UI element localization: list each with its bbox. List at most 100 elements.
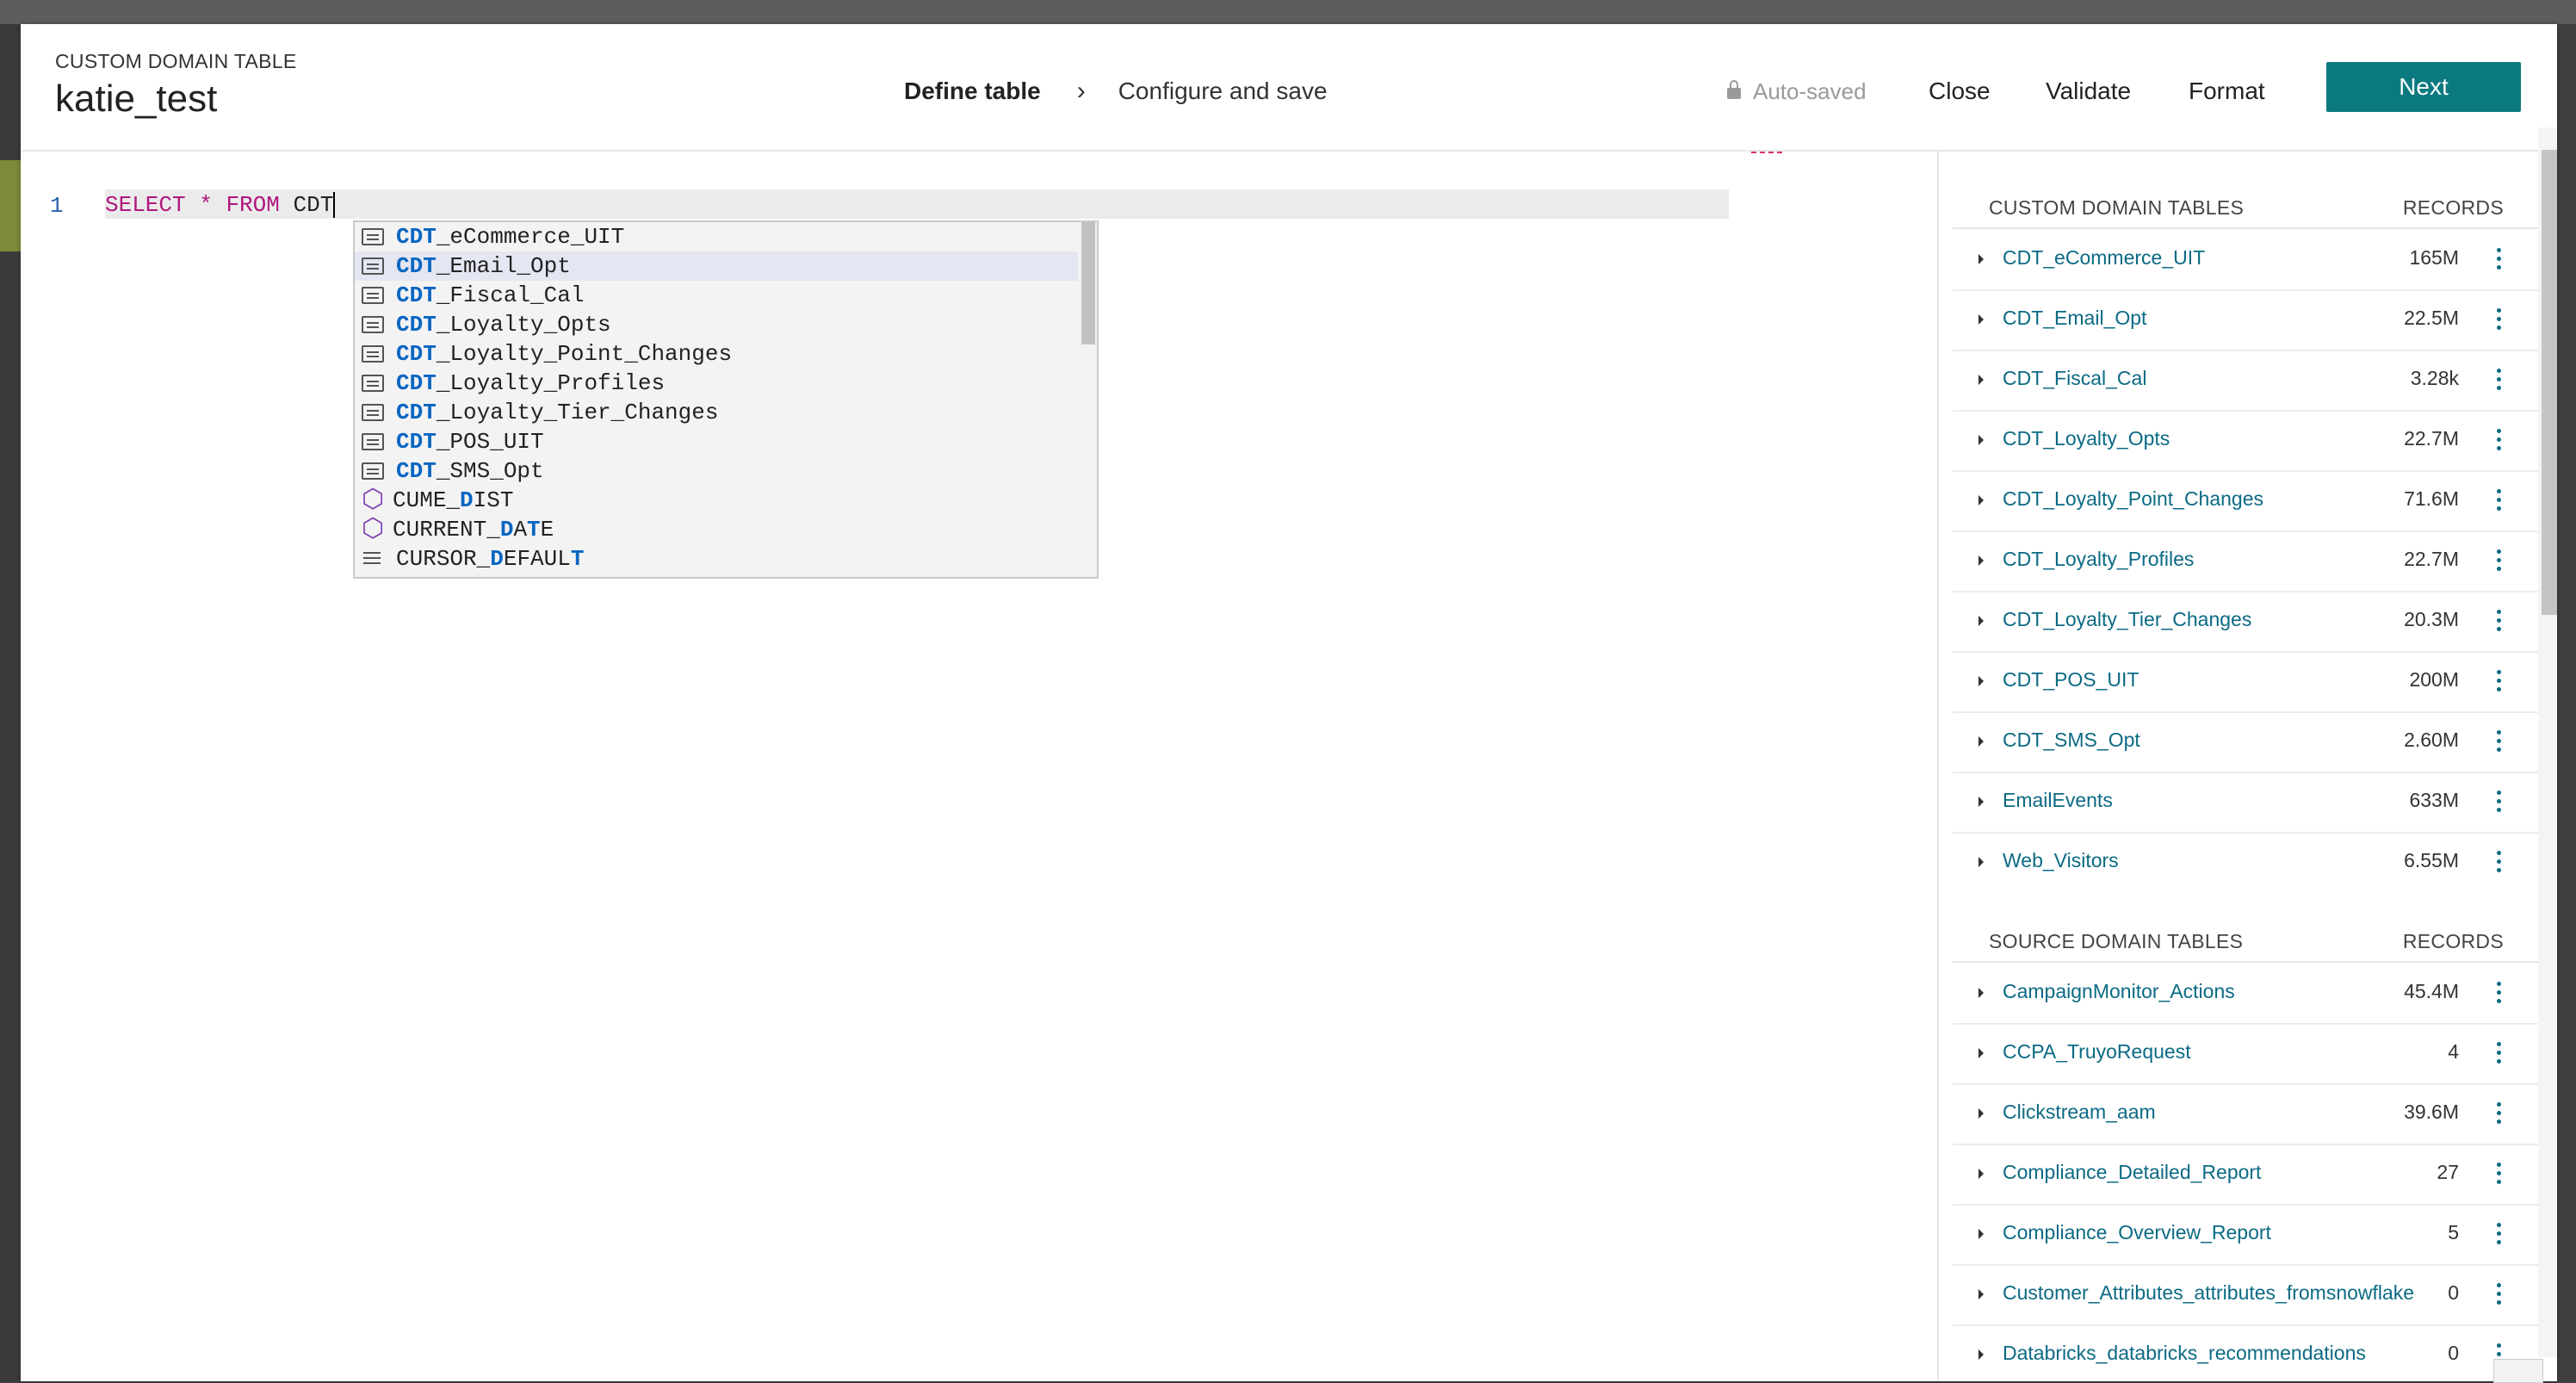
more-options-icon[interactable] bbox=[2495, 1101, 2502, 1126]
suggestion-item[interactable]: CURRENT_DATE bbox=[355, 513, 1078, 545]
code-line[interactable]: SELECT * FROM CDT bbox=[105, 191, 336, 219]
table-row[interactable]: Customer_Attributes_attributes_fromsnowf… bbox=[1953, 1264, 2538, 1326]
expand-caret-icon[interactable] bbox=[1978, 988, 1984, 998]
more-options-icon[interactable] bbox=[2495, 1040, 2502, 1066]
autocomplete-scrollbar[interactable] bbox=[1080, 222, 1097, 577]
suggestion-item[interactable]: CDT _eCommerce_UIT bbox=[355, 222, 1078, 251]
code-typed-text: CDT bbox=[293, 192, 334, 218]
table-row[interactable]: Clickstream_aam 39.6M bbox=[1953, 1083, 2538, 1145]
panel-scrollbar-thumb[interactable] bbox=[2542, 150, 2557, 615]
suggestion-item[interactable]: CDT _Loyalty_Opts bbox=[355, 310, 1078, 339]
table-row[interactable]: CDT_Loyalty_Opts 22.7M bbox=[1953, 410, 2538, 472]
background-top-bar bbox=[0, 0, 2576, 24]
expand-caret-icon[interactable] bbox=[1978, 254, 1984, 264]
expand-caret-icon[interactable] bbox=[1978, 435, 1984, 445]
expand-caret-icon[interactable] bbox=[1978, 1048, 1984, 1058]
expand-caret-icon[interactable] bbox=[1978, 1229, 1984, 1239]
autosaved-status: Auto-saved bbox=[1727, 74, 1867, 109]
suggestion-item[interactable]: C URSOR_ D EFAUL T bbox=[355, 544, 1078, 574]
table-row[interactable]: CDT_POS_UIT 200M bbox=[1953, 651, 2538, 713]
expand-caret-icon[interactable] bbox=[1978, 1349, 1984, 1360]
expand-caret-icon[interactable] bbox=[1978, 676, 1984, 686]
table-row[interactable]: Databricks_databricks_recommendations 0 bbox=[1953, 1324, 2538, 1381]
expand-caret-icon[interactable] bbox=[1978, 375, 1984, 385]
tables-panel: CUSTOM DOMAIN TABLES RECORDS CDT_eCommer… bbox=[1953, 152, 2557, 1381]
custom-domain-table-modal: CUSTOM DOMAIN TABLE katie_test Define ta… bbox=[21, 24, 2557, 1381]
expand-caret-icon[interactable] bbox=[1978, 314, 1984, 325]
code-star: * bbox=[199, 192, 213, 218]
more-options-icon[interactable] bbox=[2495, 1161, 2502, 1187]
table-row[interactable]: CDT_Loyalty_Tier_Changes 20.3M bbox=[1953, 591, 2538, 653]
more-options-icon[interactable] bbox=[2495, 487, 2502, 513]
more-options-icon[interactable] bbox=[2495, 246, 2502, 272]
suggestion-item[interactable]: CDT _Fiscal_Cal bbox=[355, 281, 1078, 310]
table-icon bbox=[362, 345, 384, 363]
text-caret bbox=[333, 192, 336, 219]
table-row[interactable]: CDT_SMS_Opt 2.60M bbox=[1953, 711, 2538, 773]
more-options-icon[interactable] bbox=[2495, 548, 2502, 574]
autocomplete-scrollbar-thumb[interactable] bbox=[1081, 222, 1095, 344]
suggestion-item[interactable]: CDT _POS_UIT bbox=[355, 427, 1078, 456]
expand-caret-icon[interactable] bbox=[1978, 555, 1984, 566]
autosaved-label: Auto-saved bbox=[1753, 78, 1867, 104]
more-options-icon[interactable] bbox=[2495, 668, 2502, 694]
close-button[interactable]: Close bbox=[1929, 71, 1991, 112]
more-options-icon[interactable] bbox=[2495, 729, 2502, 754]
more-options-icon[interactable] bbox=[2495, 789, 2502, 815]
source-tables-title: SOURCE DOMAIN TABLES bbox=[1989, 930, 2244, 952]
step-define-table[interactable]: Define table bbox=[904, 78, 1041, 105]
table-row[interactable]: CCPA_TruyoRequest 4 bbox=[1953, 1023, 2538, 1085]
table-row[interactable]: CDT_Loyalty_Profiles 22.7M bbox=[1953, 530, 2538, 592]
expand-caret-icon[interactable] bbox=[1978, 797, 1984, 807]
table-row[interactable]: CDT_Fiscal_Cal 3.28k bbox=[1953, 350, 2538, 412]
editor-panel-divider[interactable] bbox=[1937, 152, 1939, 1381]
table-row[interactable]: Compliance_Overview_Report 5 bbox=[1953, 1204, 2538, 1266]
table-row[interactable]: Compliance_Detailed_Report 27 bbox=[1953, 1144, 2538, 1206]
validate-button[interactable]: Validate bbox=[2046, 71, 2131, 112]
settings-gear-icon[interactable] bbox=[2493, 1359, 2543, 1383]
table-icon bbox=[362, 462, 384, 480]
records-column-header: RECORDS bbox=[2402, 930, 2504, 952]
step-configure-and-save[interactable]: Configure and save bbox=[1118, 78, 1328, 105]
autocomplete-dropdown[interactable]: CDT _eCommerce_UIT CDT _Email_Opt CDT _Fisc… bbox=[353, 220, 1099, 579]
table-row[interactable]: CampaignMonitor_Actions 45.4M bbox=[1953, 963, 2538, 1025]
line-number: 1 bbox=[50, 193, 64, 219]
chevron-right-icon: › bbox=[1076, 77, 1086, 105]
expand-caret-icon[interactable] bbox=[1978, 616, 1984, 626]
suggestion-item[interactable]: CDT _Email_Opt bbox=[355, 251, 1078, 281]
table-icon bbox=[362, 404, 384, 421]
expand-caret-icon[interactable] bbox=[1978, 1108, 1984, 1119]
expand-caret-icon[interactable] bbox=[1978, 857, 1984, 867]
more-options-icon[interactable] bbox=[2495, 307, 2502, 332]
suggestion-item[interactable]: CDT _Loyalty_Tier_Changes bbox=[355, 398, 1078, 427]
sql-editor[interactable]: 1 SELECT * FROM CDT CDT _eCommerce_UIT CD… bbox=[21, 152, 1937, 1381]
more-options-icon[interactable] bbox=[2495, 427, 2502, 453]
expand-caret-icon[interactable] bbox=[1978, 1169, 1984, 1179]
table-icon bbox=[362, 257, 384, 275]
suggestion-item[interactable]: CDT _SMS_Opt bbox=[355, 456, 1078, 486]
table-row[interactable]: EmailEvents 633M bbox=[1953, 772, 2538, 834]
table-row[interactable]: CDT_Email_Opt 22.5M bbox=[1953, 289, 2538, 351]
current-line-highlight bbox=[105, 189, 1729, 219]
more-options-icon[interactable] bbox=[2495, 1281, 2502, 1307]
more-options-icon[interactable] bbox=[2495, 608, 2502, 634]
table-row[interactable]: Web_Visitors 6.55M bbox=[1953, 832, 2538, 892]
table-icon bbox=[362, 287, 384, 304]
more-options-icon[interactable] bbox=[2495, 1221, 2502, 1247]
suggestion-item[interactable]: CDT _Loyalty_Point_Changes bbox=[355, 339, 1078, 369]
format-button[interactable]: Format bbox=[2189, 71, 2265, 112]
table-icon bbox=[362, 433, 384, 450]
more-options-icon[interactable] bbox=[2495, 980, 2502, 1006]
editor-overview-marker bbox=[1751, 152, 1782, 157]
table-row[interactable]: CDT_Loyalty_Point_Changes 71.6M bbox=[1953, 470, 2538, 532]
suggestion-item[interactable]: CDT _Loyalty_Profiles bbox=[355, 369, 1078, 398]
table-row[interactable]: CDT_eCommerce_UIT 165M bbox=[1953, 229, 2538, 291]
expand-caret-icon[interactable] bbox=[1978, 736, 1984, 747]
expand-caret-icon[interactable] bbox=[1978, 495, 1984, 505]
expand-caret-icon[interactable] bbox=[1978, 1289, 1984, 1299]
suggestion-item[interactable]: CUME_DIST bbox=[355, 484, 1078, 516]
next-button[interactable]: Next bbox=[2326, 62, 2521, 112]
more-options-icon[interactable] bbox=[2495, 367, 2502, 393]
more-options-icon[interactable] bbox=[2495, 849, 2502, 875]
keyword-icon bbox=[362, 549, 384, 568]
